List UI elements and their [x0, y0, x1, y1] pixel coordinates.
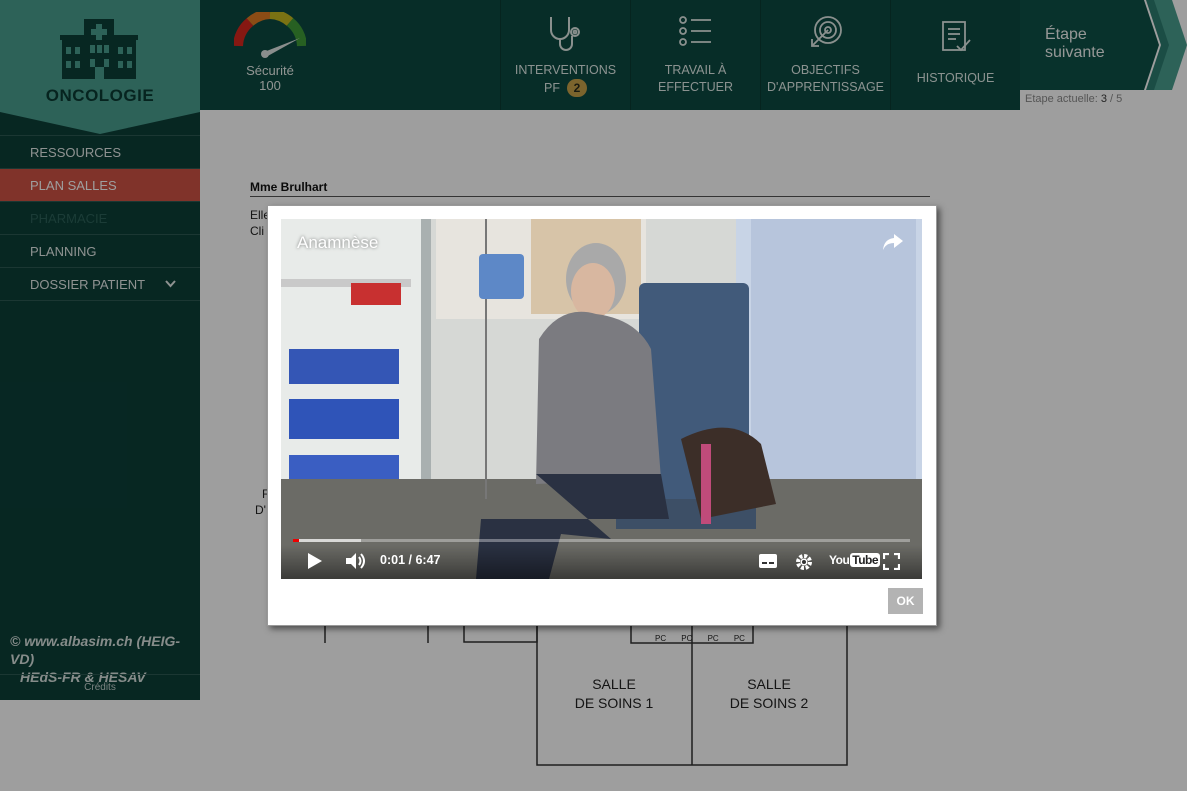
subtitles-icon[interactable]: [759, 554, 777, 573]
time-total: 6:47: [415, 553, 441, 567]
video-frame: [281, 219, 922, 579]
video-player[interactable]: Anamnèse 0:01 / 6:47 You Tube: [281, 219, 922, 579]
settings-gear-icon[interactable]: [795, 553, 813, 576]
video-title[interactable]: Anamnèse: [297, 233, 378, 253]
fullscreen-icon[interactable]: [882, 552, 901, 575]
youtube-logo[interactable]: You Tube: [829, 553, 881, 567]
share-icon[interactable]: [882, 233, 904, 256]
buffered-bar: [293, 539, 361, 542]
youtube-logo-text: Tube: [850, 553, 881, 567]
played-bar: [293, 539, 300, 542]
volume-icon[interactable]: [345, 552, 367, 575]
time-separator: /: [405, 553, 416, 567]
time-current: 0:01: [380, 553, 406, 567]
video-time: 0:01 / 6:47: [380, 553, 440, 567]
video-modal: Anamnèse 0:01 / 6:47 You Tube OK: [267, 205, 937, 626]
video-controls: 0:01 / 6:47 You Tube: [281, 545, 922, 579]
play-icon[interactable]: [307, 552, 323, 575]
video-progress-bar[interactable]: [293, 539, 910, 542]
youtube-logo-text: You: [829, 553, 850, 567]
ok-button[interactable]: OK: [888, 588, 923, 614]
